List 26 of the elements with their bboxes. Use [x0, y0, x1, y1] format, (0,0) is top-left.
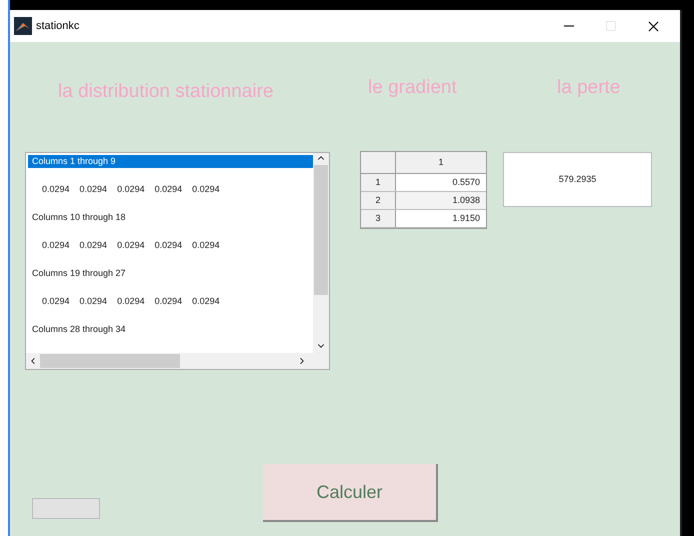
- app-logo-icon: [14, 17, 32, 35]
- list-item[interactable]: 0.0294 0.0294 0.0294 0.0294 0.0294: [28, 239, 313, 252]
- calculer-button[interactable]: Calculer: [263, 464, 438, 522]
- list-item[interactable]: Columns 1 through 9: [28, 155, 313, 168]
- table-cell-text: 1.0938: [451, 194, 481, 207]
- list-item[interactable]: Columns 10 through 18: [28, 211, 313, 224]
- vertical-scrollbar[interactable]: [313, 153, 329, 353]
- column-header: 1: [437, 156, 444, 169]
- list-item[interactable]: Columns 28 through 34: [28, 323, 313, 336]
- row-header: 1: [361, 174, 396, 191]
- perte-field: 579.2935: [503, 152, 652, 207]
- table-cell-text: 0.5570: [451, 176, 481, 189]
- section-label: la perte: [557, 76, 620, 100]
- scroll-thumb[interactable]: [314, 165, 328, 295]
- list-item[interactable]: Columns 19 through 27: [28, 267, 313, 280]
- window-title: stationkc: [36, 18, 80, 34]
- section-label: le gradient: [368, 76, 457, 100]
- results-listbox[interactable]: Columns 1 through 9 0.0294 0.0294 0.0294 0.0294 0.0294 Columns 10 through 18 0.0294 0.0294 0.0294 0.0294 0.0294 Columns 19 through 27 0.0294 0.0294 0.0294 0.0294 0.0294 Columns 28 through 34: [25, 152, 330, 370]
- table-cell-text: 1.9150: [451, 212, 481, 225]
- list-item[interactable]: 0.0294 0.0294 0.0294 0.0294 0.0294: [28, 183, 313, 196]
- scroll-thumb[interactable]: [40, 354, 180, 368]
- section-label: la distribution stationnaire: [58, 80, 274, 104]
- empty-text-field[interactable]: [32, 498, 100, 519]
- horizontal-scrollbar[interactable]: [26, 353, 329, 369]
- row-header: 3: [361, 210, 396, 227]
- list-item[interactable]: 0.0294 0.0294 0.0294 0.0294 0.0294: [28, 295, 313, 308]
